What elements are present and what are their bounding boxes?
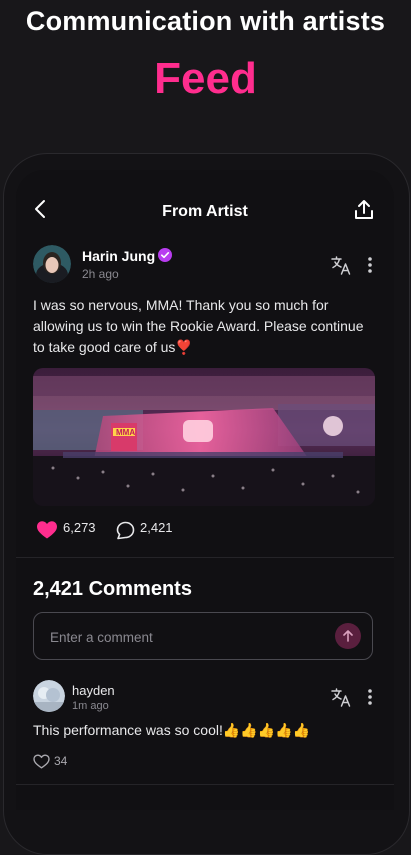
comment-translate-button[interactable] [330,686,352,708]
comment-bubble-icon [116,521,135,540]
more-vertical-icon [368,689,372,705]
artist-avatar[interactable] [33,245,71,283]
post-more-button[interactable] [364,254,376,276]
comment-like-count: 34 [54,754,68,768]
comments-count: 2,421 [140,520,173,535]
comment-text: This performance was so cool!👍👍👍👍👍 [33,722,311,738]
comment-more-button[interactable] [364,686,376,708]
comments-heading: 2,421 Comments [33,578,192,600]
verified-badge-icon [158,248,172,262]
commenter-avatar[interactable] [33,680,65,712]
comment-time: 1m ago [72,700,109,712]
like-button[interactable] [36,520,58,540]
likes-count: 6,273 [63,520,96,535]
promo-accent-title: Feed [154,54,257,103]
commenter-name[interactable]: hayden [72,683,115,698]
comment-input[interactable] [48,625,322,649]
share-button[interactable] [352,198,376,222]
send-comment-button[interactable] [335,623,361,649]
divider [16,784,394,785]
post-image[interactable]: MMA [33,368,375,506]
promo-title: Communication with artists [25,6,386,36]
comment-button[interactable] [116,521,135,540]
translate-button[interactable] [330,254,352,276]
divider [16,557,394,558]
top-bar: From Artist [16,170,394,252]
arrow-up-icon [343,630,353,642]
post-time: 2h ago [82,267,119,281]
comment-box [33,612,373,660]
post-text: I was so nervous, MMA! Thank you so much… [33,297,364,355]
heart-outline-icon [33,754,50,769]
app-screen: From Artist Harin Jung 2h ago I was so n… [16,170,394,810]
more-vertical-icon [368,257,372,273]
comment-like-button[interactable] [33,754,50,769]
translate-icon [331,688,351,707]
translate-icon [331,256,351,275]
artist-name[interactable]: Harin Jung [82,248,155,264]
heart-filled-icon [37,521,57,539]
page-title: From Artist [162,203,248,220]
share-icon [355,200,373,219]
stage-sign: MMA [116,428,135,437]
